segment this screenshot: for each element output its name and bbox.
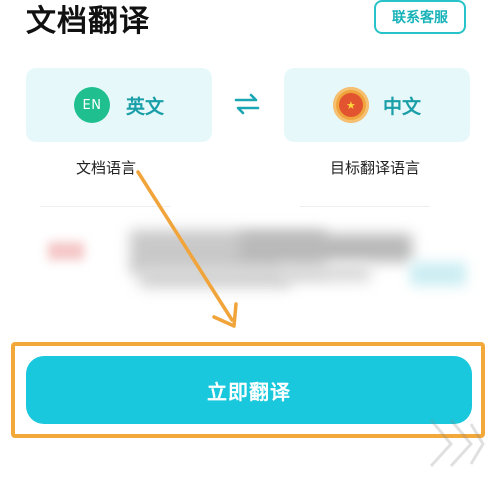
page-title: 文档翻译 xyxy=(26,4,150,39)
target-language-selector[interactable]: ★ 中文 xyxy=(284,68,470,142)
china-flag-icon: ★ xyxy=(332,87,369,123)
source-language-selector[interactable]: EN 英文 xyxy=(26,68,212,142)
source-language-caption: 文档语言 xyxy=(76,159,137,177)
divider xyxy=(40,206,170,207)
swap-arrows-icon[interactable] xyxy=(232,92,262,116)
divider xyxy=(300,206,430,207)
source-language-name: 英文 xyxy=(125,95,164,118)
en-language-icon: EN xyxy=(73,87,110,123)
target-language-caption: 目标翻译语言 xyxy=(330,159,421,177)
contact-service-button[interactable]: 联系客服 xyxy=(374,0,466,34)
document-translate-page: 文档翻译 联系客服 EN 英文 ★ 中文 文档语言 目标翻译语言 立即翻译 xyxy=(0,0,493,480)
china-flag-star: ★ xyxy=(338,93,363,117)
watermark-icon xyxy=(429,419,485,468)
translate-now-button[interactable]: 立即翻译 xyxy=(26,356,472,424)
blurred-file-area xyxy=(40,226,470,306)
target-language-name: 中文 xyxy=(382,95,421,118)
